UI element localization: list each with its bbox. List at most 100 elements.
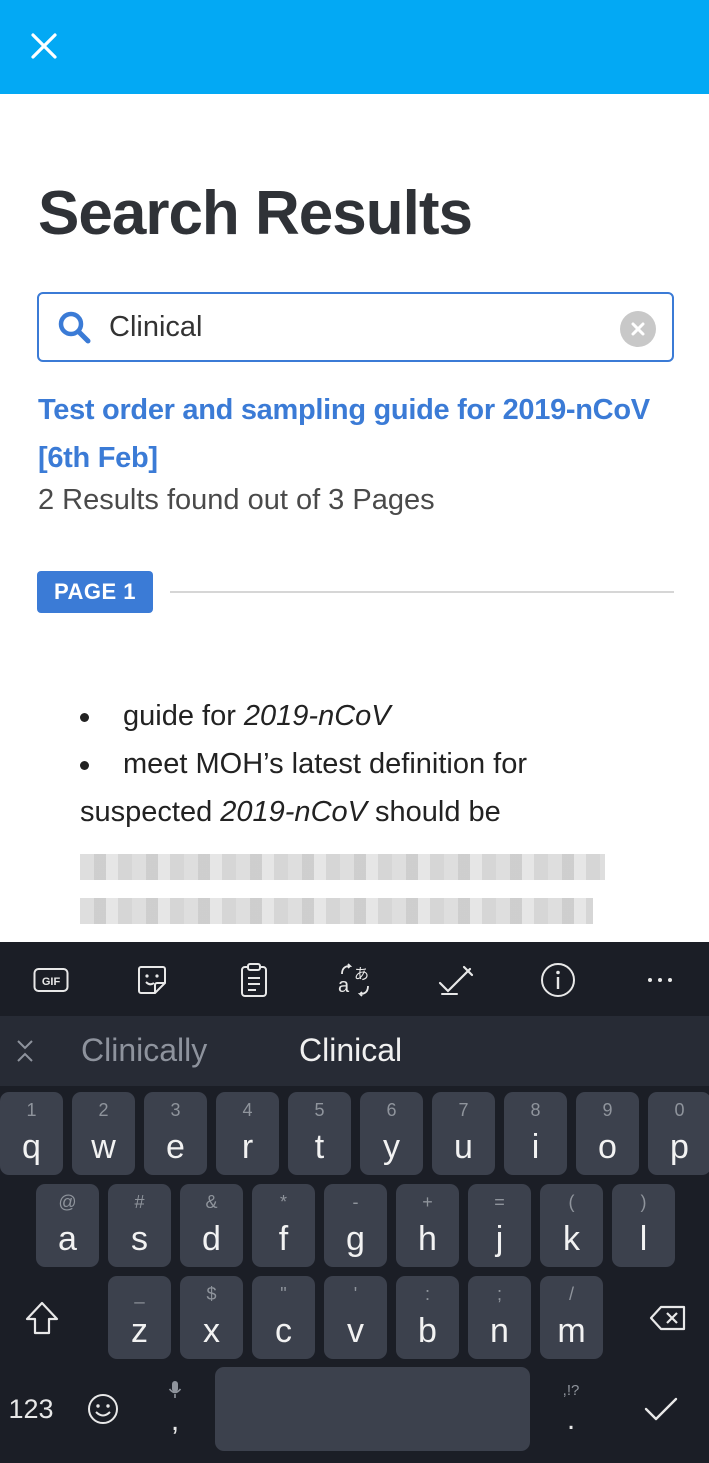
key-hint: -: [352, 1192, 359, 1212]
sticker-button[interactable]: [132, 960, 172, 1000]
clear-icon: [631, 322, 645, 336]
key-hint: *: [279, 1192, 287, 1212]
svg-text:あ: あ: [354, 965, 369, 983]
key-e[interactable]: 3e: [144, 1092, 207, 1175]
shift-icon: [25, 1301, 58, 1335]
comma-label: ,: [170, 1404, 180, 1437]
search-icon: [58, 311, 91, 344]
key-d[interactable]: & d: [180, 1184, 243, 1267]
period-key[interactable]: ,!? .: [546, 1367, 596, 1451]
key-hint: ': [353, 1284, 358, 1304]
key-hint: &: [205, 1192, 218, 1212]
gif-button[interactable]: GIF: [31, 960, 71, 1000]
key-hint: ): [640, 1192, 647, 1212]
handwriting-icon: [438, 965, 474, 995]
info-icon: [541, 963, 575, 997]
close-icon: [31, 33, 57, 59]
snippet-item[interactable]: meet MOH’s latest definition for: [80, 740, 640, 788]
key-hint: _: [134, 1284, 145, 1304]
more-button[interactable]: [640, 960, 680, 1000]
clear-search-button[interactable]: [620, 311, 656, 347]
key-label: b: [418, 1312, 437, 1350]
key-b[interactable]: :b: [396, 1276, 459, 1359]
key-z[interactable]: _ z: [108, 1276, 171, 1359]
key-g[interactable]: -g: [324, 1184, 387, 1267]
soft-keyboard: GIF aあ Clinically Clinical 1q2w3e4r5t6y7…: [0, 942, 709, 1463]
key-n[interactable]: ; n: [468, 1276, 531, 1359]
key-w[interactable]: 2w: [72, 1092, 135, 1175]
blurred-text: [80, 854, 605, 880]
key-hint: 8: [530, 1100, 541, 1120]
sticker-icon: [138, 966, 166, 994]
key-o[interactable]: 9o: [576, 1092, 639, 1175]
close-button[interactable]: [24, 26, 64, 66]
key-label: z: [131, 1312, 148, 1350]
key-label: d: [202, 1220, 221, 1258]
emoji-key[interactable]: [80, 1367, 126, 1451]
more-icon: [648, 978, 672, 982]
key-hint: /: [568, 1284, 574, 1304]
suggestion-bar: Clinically Clinical: [0, 1016, 709, 1086]
key-i[interactable]: 8i: [504, 1092, 567, 1175]
checkmark-icon: [644, 1397, 678, 1421]
backspace-key[interactable]: [640, 1276, 695, 1360]
key-hint: (: [568, 1192, 575, 1212]
key-j[interactable]: = j: [468, 1184, 531, 1267]
key-label: s: [131, 1220, 148, 1258]
snippet-text: meet MOH’s latest definition for: [123, 748, 528, 780]
key-label: t: [314, 1128, 325, 1166]
key-r[interactable]: 4r: [216, 1092, 279, 1175]
snippet-text: suspected: [80, 796, 221, 828]
key-hint: 6: [386, 1100, 397, 1120]
key-l[interactable]: ) l: [612, 1184, 675, 1267]
key-y[interactable]: 6y: [360, 1092, 423, 1175]
key-a[interactable]: @ a: [36, 1184, 99, 1267]
key-label: q: [22, 1128, 41, 1166]
key-v[interactable]: ' v: [324, 1276, 387, 1359]
key-t[interactable]: 5t: [288, 1092, 351, 1175]
comma-key[interactable]: ,: [150, 1367, 200, 1451]
key-label: m: [557, 1312, 586, 1350]
suggestion-main[interactable]: Clinical: [299, 1032, 402, 1069]
search-input[interactable]: [109, 304, 609, 350]
microphone-icon: [168, 1381, 182, 1398]
key-hint: ;: [496, 1284, 502, 1304]
result-document-link[interactable]: Test order and sampling guide for 2019-n…: [38, 386, 658, 482]
key-u[interactable]: 7u: [432, 1092, 495, 1175]
key-q[interactable]: 1q: [0, 1092, 63, 1175]
key-x[interactable]: $ x: [180, 1276, 243, 1359]
key-k[interactable]: (k: [540, 1184, 603, 1267]
key-label: h: [418, 1220, 437, 1258]
key-label: w: [91, 1128, 116, 1166]
search-box[interactable]: [37, 292, 674, 362]
translate-button[interactable]: aあ: [335, 960, 375, 1000]
handwriting-button[interactable]: [436, 960, 476, 1000]
key-hint: +: [422, 1192, 433, 1212]
key-f[interactable]: * f: [252, 1184, 315, 1267]
suggestion-left[interactable]: Clinically: [81, 1032, 207, 1069]
search-snippets: guide for 2019-nCoV meet MOH’s latest de…: [80, 692, 640, 924]
key-s[interactable]: # s: [108, 1184, 171, 1267]
collapse-suggestions-button[interactable]: [10, 1036, 40, 1066]
key-p[interactable]: 0p: [648, 1092, 709, 1175]
snippet-item[interactable]: guide for 2019-nCoV: [80, 692, 640, 740]
enter-key[interactable]: [630, 1367, 692, 1451]
key-label: g: [346, 1220, 365, 1258]
key-label: n: [490, 1312, 509, 1350]
key-hint: =: [494, 1192, 505, 1212]
key-hint: 9: [602, 1100, 613, 1120]
key-m[interactable]: / m: [540, 1276, 603, 1359]
clipboard-icon: [241, 963, 267, 997]
clipboard-button[interactable]: [234, 960, 274, 1000]
space-key[interactable]: [215, 1367, 530, 1451]
key-h[interactable]: + h: [396, 1184, 459, 1267]
key-label: j: [495, 1220, 504, 1258]
page-badge[interactable]: PAGE 1: [37, 571, 153, 613]
gif-icon: GIF: [33, 968, 69, 992]
key-label: o: [598, 1128, 617, 1166]
svg-text:GIF: GIF: [42, 976, 61, 988]
key-c[interactable]: " c: [252, 1276, 315, 1359]
info-button[interactable]: [538, 960, 578, 1000]
shift-key[interactable]: [14, 1276, 69, 1360]
numbers-key[interactable]: 123: [0, 1367, 62, 1451]
